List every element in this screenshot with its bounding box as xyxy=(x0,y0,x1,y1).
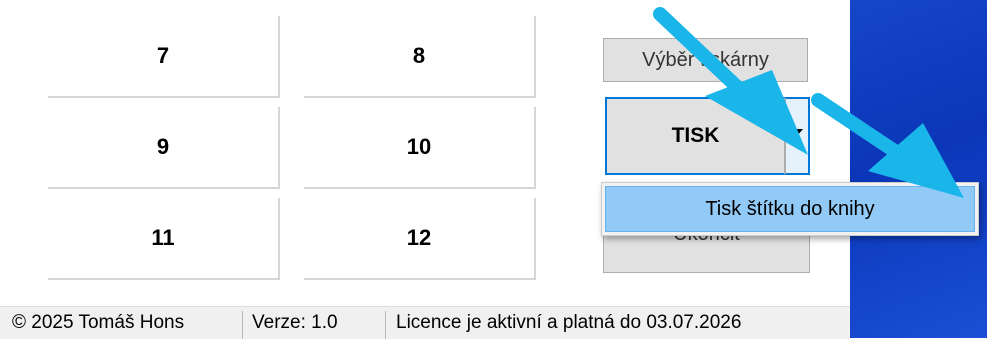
menu-item-print-book-label[interactable]: Tisk štítku do knihy xyxy=(605,186,975,232)
number-button-12[interactable]: 12 xyxy=(304,198,536,280)
print-dropdown-menu: Tisk štítku do knihy xyxy=(601,182,979,236)
number-button-9[interactable]: 9 xyxy=(48,107,280,189)
status-license: Licence je aktivní a platná do 03.07.202… xyxy=(396,312,742,333)
chevron-down-icon xyxy=(791,128,803,136)
desktop-background xyxy=(850,0,987,338)
status-copyright: © 2025 Tomáš Hons xyxy=(12,312,185,333)
status-bar: © 2025 Tomáš Hons Verze: 1.0 Licence je … xyxy=(0,306,850,339)
print-button[interactable]: TISK xyxy=(605,97,785,175)
print-dropdown-toggle[interactable] xyxy=(785,97,810,175)
status-divider xyxy=(242,311,243,339)
number-button-7[interactable]: 7 xyxy=(48,16,280,98)
status-divider xyxy=(385,311,386,339)
number-button-8[interactable]: 8 xyxy=(304,16,536,98)
number-button-10[interactable]: 10 xyxy=(304,107,536,189)
status-version: Verze: 1.0 xyxy=(252,312,338,333)
number-button-11[interactable]: 11 xyxy=(48,198,280,280)
printer-select-button[interactable]: Výběr tiskárny xyxy=(603,38,808,82)
